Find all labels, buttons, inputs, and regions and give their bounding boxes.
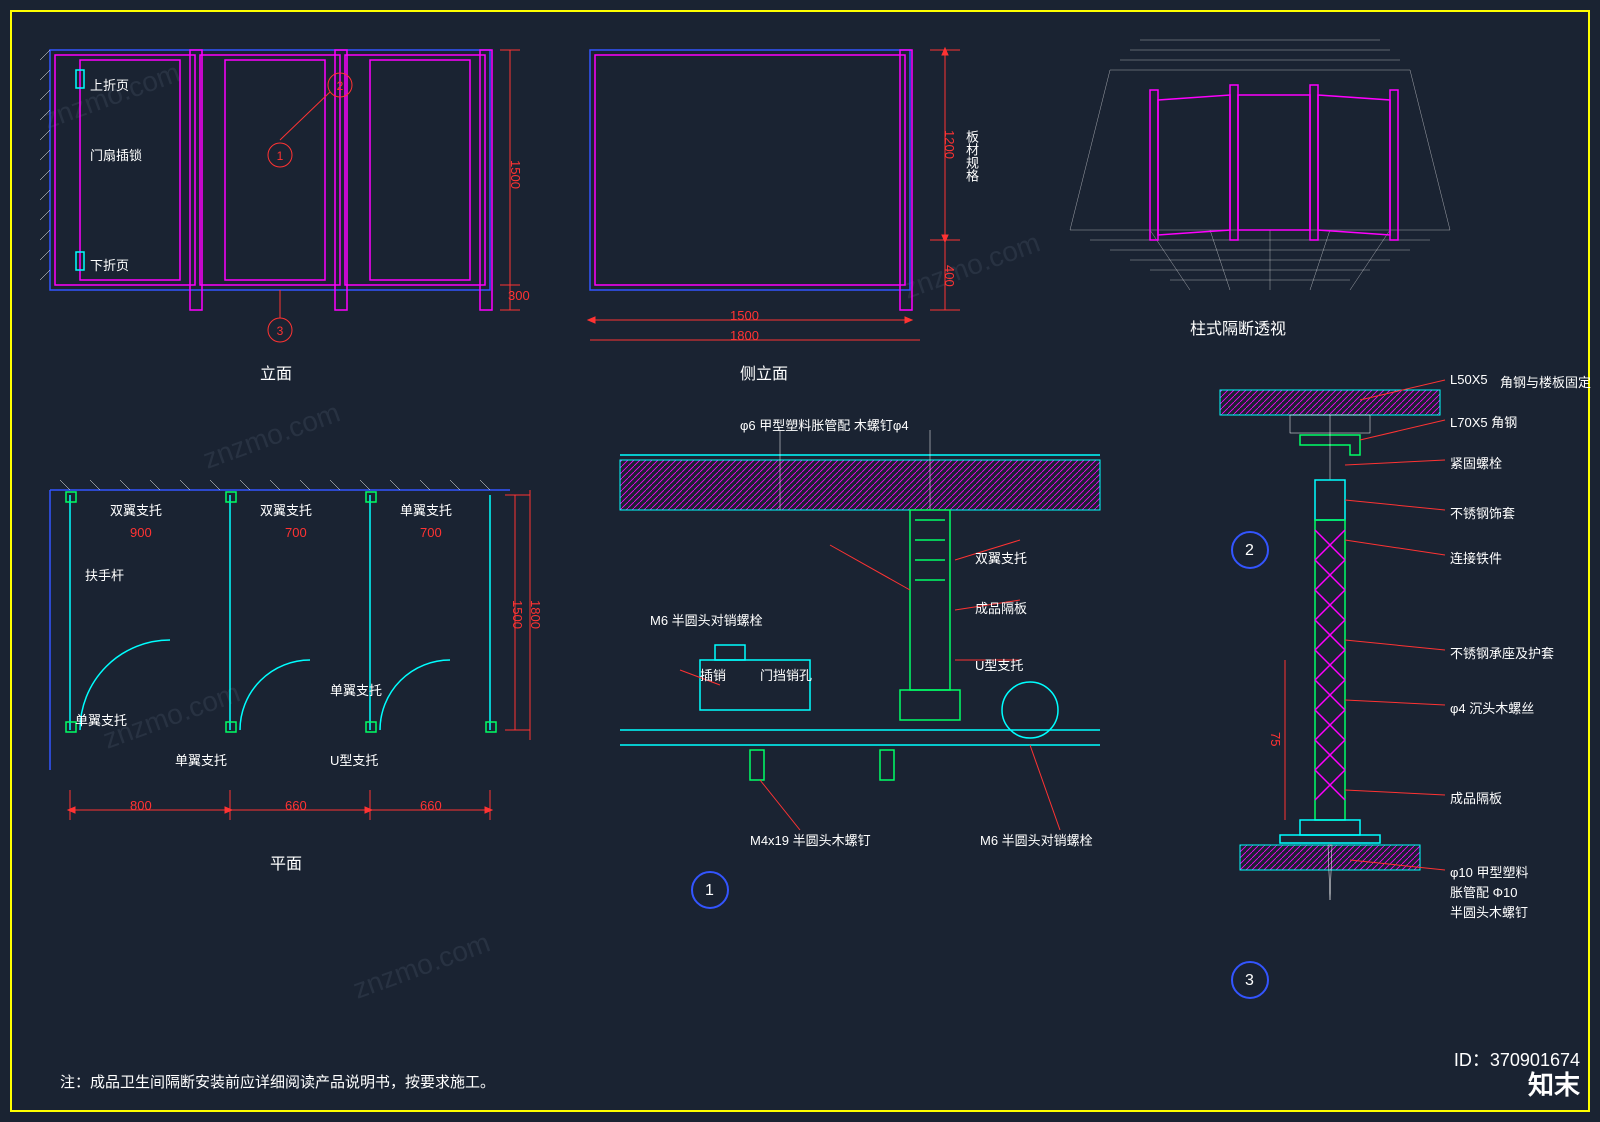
dim-side-w2: 1800: [730, 328, 759, 343]
plan-title: 平面: [270, 850, 302, 874]
plan-depth1: 1500: [510, 600, 525, 629]
label-door-latch: 门扇插锁: [90, 145, 142, 164]
plan-single2: 单翼支托: [75, 710, 127, 729]
plan-d3: 660: [420, 798, 442, 813]
persp-svg: [1050, 30, 1470, 310]
d1-l1: M6 半圆头对销螺栓: [650, 610, 763, 629]
plan-handrail: 扶手杆: [85, 565, 124, 584]
plan-w1: 900: [130, 525, 152, 540]
d1-b2: M6 半圆头对销螺栓: [980, 830, 1093, 849]
d2-r2: L70X5 角钢: [1450, 412, 1517, 431]
label-lower-hinge: 下折页: [90, 255, 129, 274]
plan-single3: 单翼支托: [175, 750, 227, 769]
detail-2-3: L50X5 角钢与楼板固定 L70X5 角钢 紧固螺栓 不锈钢饰套 连接铁件 不…: [1180, 360, 1580, 1040]
d2-r11: 半圆头木螺钉: [1450, 902, 1528, 921]
detail-1: φ6 甲型塑料胀管配 木螺钉φ4 M6 半圆头对销螺栓 插销 门挡销孔 双翼支托…: [580, 400, 1140, 950]
plan-depth2: 1800: [528, 600, 543, 629]
d2-r3: 紧固螺栓: [1450, 453, 1502, 472]
elevation-title: 立面: [260, 360, 292, 384]
d1-num: 1: [705, 882, 714, 900]
d2-r10: 胀管配 Φ10: [1450, 882, 1517, 901]
d2-r8: 成品隔板: [1450, 788, 1502, 807]
d1-top-note: φ6 甲型塑料胀管配 木螺钉φ4: [740, 415, 909, 434]
elevation-view: 2 1 3 上折页 门扇插锁 下折页 1500 300 立面: [30, 30, 530, 380]
plan-single4: 单翼支托: [330, 680, 382, 699]
perspective-view: 柱式隔断透视: [1050, 30, 1470, 350]
d1-l4: 双翼支托: [975, 548, 1027, 567]
d2-r1b: 角钢与楼板固定: [1500, 372, 1591, 391]
svg-text:2: 2: [337, 79, 344, 93]
dim-side-w1: 1500: [730, 308, 759, 323]
plan-view: 双翼支托 双翼支托 单翼支托 扶手杆 单翼支托 单翼支托 单翼支托 U型支托 9…: [30, 450, 550, 930]
side-title: 侧立面: [740, 360, 788, 384]
d2-dim75: 75: [1268, 732, 1283, 746]
d2-r1: L50X5: [1450, 372, 1488, 387]
d1-l3: 门挡销孔: [760, 665, 812, 684]
d2-num: 2: [1245, 542, 1254, 560]
dim-side-h: 1200: [942, 130, 957, 159]
installation-note: 注：成品卫生间隔断安装前应详细阅读产品说明书，按要求施工。: [60, 1071, 495, 1092]
brand-logo: 知末: [1528, 1065, 1580, 1102]
persp-title: 柱式隔断透视: [1190, 315, 1286, 339]
plan-single1: 单翼支托: [400, 500, 452, 519]
d2-r9: φ10 甲型塑料: [1450, 862, 1529, 881]
side-rot-label: 板材规格: [962, 130, 981, 182]
d1-b1: M4x19 半圆头木螺钉: [750, 830, 871, 849]
dim-side-gap: 400: [942, 265, 957, 287]
plan-w3: 700: [420, 525, 442, 540]
d1-l5: 成品隔板: [975, 598, 1027, 617]
plan-u: U型支托: [330, 750, 378, 769]
svg-text:1: 1: [277, 149, 284, 163]
d1-l2: 插销: [700, 665, 726, 684]
plan-double1: 双翼支托: [110, 500, 162, 519]
side-elevation-view: 1200 400 1500 1800 板材规格 侧立面: [570, 30, 990, 380]
plan-double2: 双翼支托: [260, 500, 312, 519]
svg-text:3: 3: [277, 324, 284, 338]
side-svg: [570, 30, 990, 350]
plan-d2: 660: [285, 798, 307, 813]
dim-elev-h: 1500: [508, 160, 523, 189]
d1-l6: U型支托: [975, 655, 1023, 674]
d2-r7: φ4 沉头木螺丝: [1450, 698, 1534, 717]
d2-r5: 连接铁件: [1450, 548, 1502, 567]
d3-num: 3: [1245, 972, 1254, 990]
d2-r4: 不锈钢饰套: [1450, 503, 1515, 522]
detail23-svg: [1180, 360, 1580, 1020]
label-upper-hinge: 上折页: [90, 75, 129, 94]
dim-elev-gap: 300: [508, 288, 530, 303]
plan-d1: 800: [130, 798, 152, 813]
plan-w2: 700: [285, 525, 307, 540]
d2-r6: 不锈钢承座及护套: [1450, 643, 1554, 662]
